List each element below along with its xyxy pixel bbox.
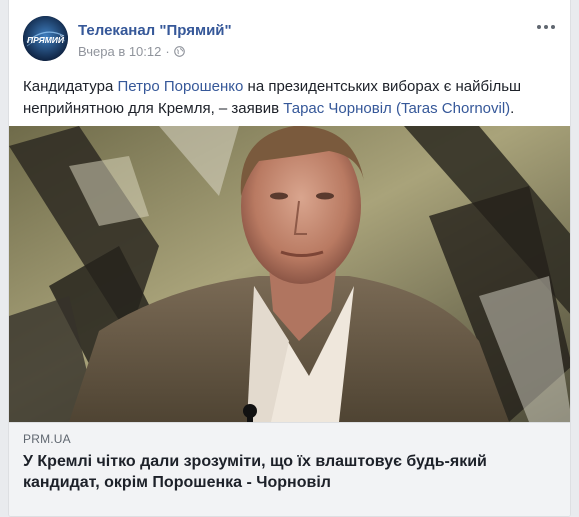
globe-icon[interactable]: [173, 46, 185, 57]
post-card: ПРЯМИЙ Телеканал "Прямий" Вчера в 10:12 …: [8, 0, 571, 517]
more-options-icon[interactable]: [536, 20, 556, 34]
page-name-link[interactable]: Телеканал "Прямий": [78, 22, 232, 39]
link-domain: PRM.UA: [23, 432, 71, 446]
link-headline[interactable]: У Кремлі чітко дали зрозуміти, що їх вла…: [23, 451, 558, 493]
post-text: Кандидатура Петро Порошенко на президент…: [23, 78, 522, 117]
timestamp[interactable]: Вчера в 10:12: [78, 44, 161, 59]
link-preview-caption[interactable]: PRM.UA У Кремлі чітко дали зрозуміти, що…: [9, 422, 570, 516]
link-preview-image[interactable]: [9, 126, 570, 422]
channel-logo-icon: ПРЯМИЙ: [23, 16, 68, 61]
mention-chornovil[interactable]: Тарас Чорновіл (Taras Chornovil): [283, 100, 510, 117]
post-header: ПРЯМИЙ Телеканал "Прямий" Вчера в 10:12 …: [9, 0, 570, 70]
mention-poroshenko[interactable]: Петро Порошенко: [117, 78, 243, 95]
post-meta: Вчера в 10:12 ·: [78, 44, 185, 59]
page-avatar[interactable]: ПРЯМИЙ: [23, 16, 68, 61]
portrait-photo: [9, 126, 570, 422]
avatar-text: ПРЯМИЙ: [27, 34, 65, 45]
